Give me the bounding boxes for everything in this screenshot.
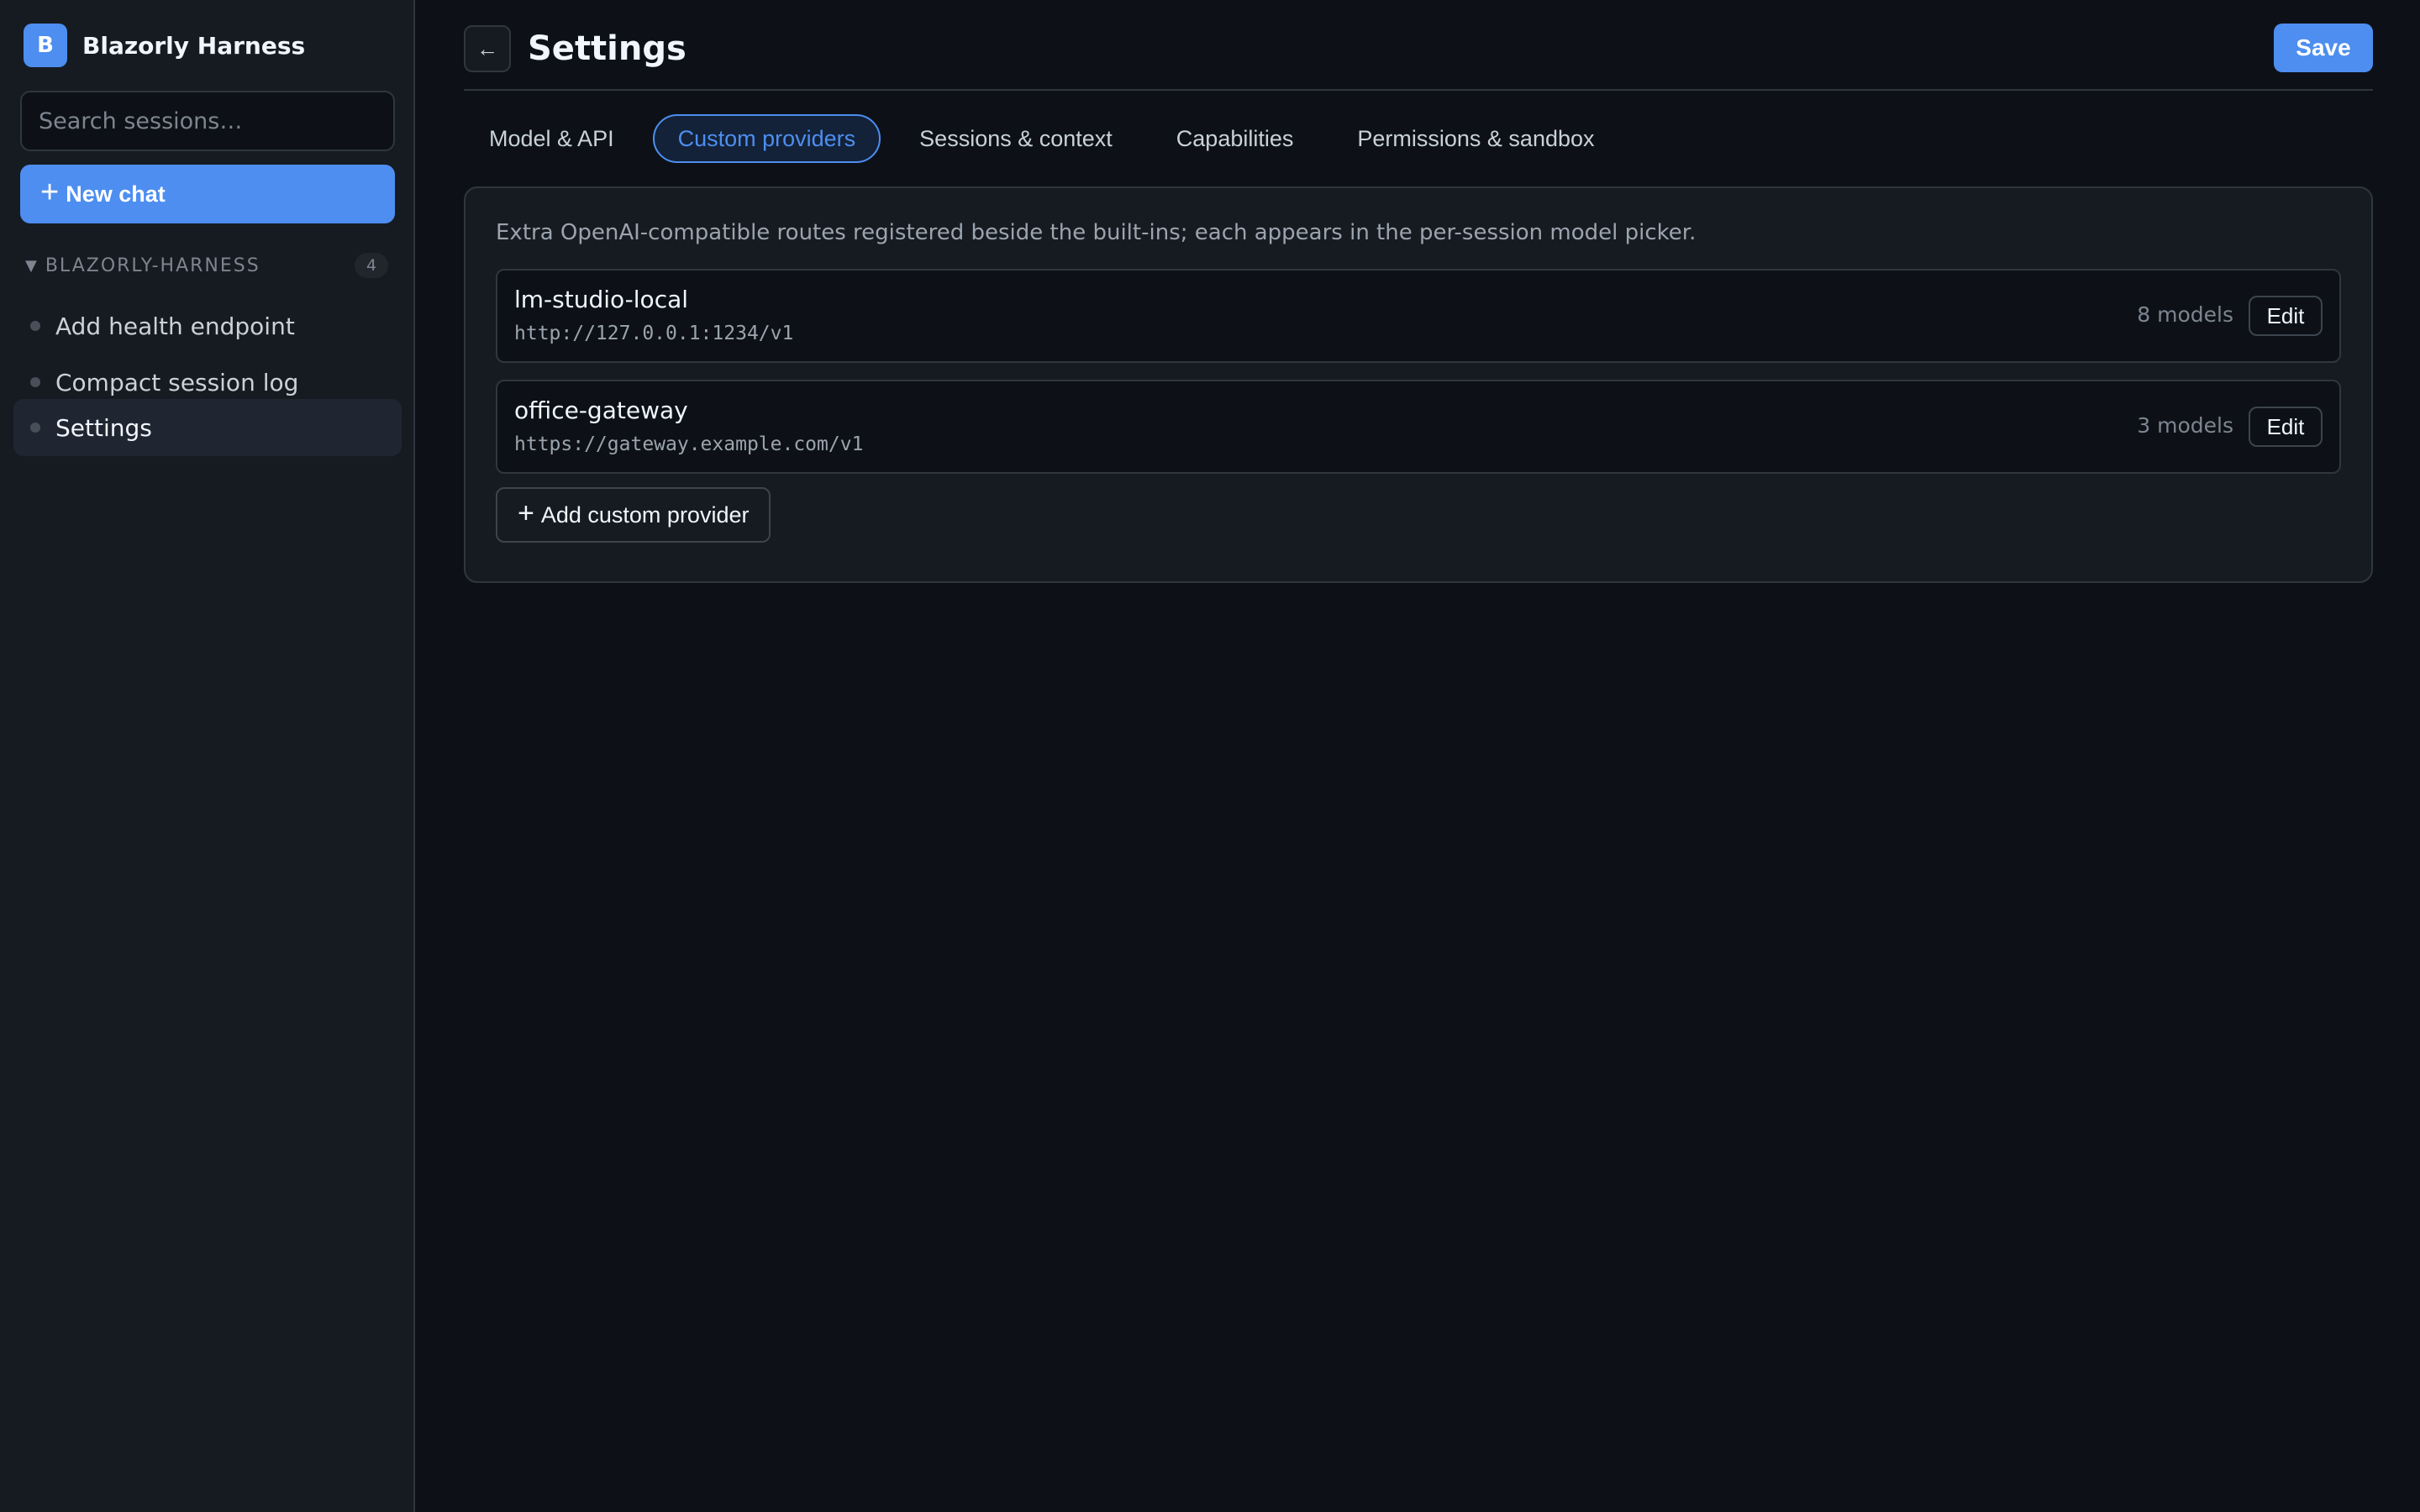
back-button[interactable]: ← [464,25,511,72]
plus-icon: + [40,175,60,210]
model-count: 3 models [2137,413,2233,438]
dot-icon [30,423,40,433]
session-group-header[interactable]: ▼ BLAZORLY-HARNESS 4 [25,252,388,279]
plus-icon: + [518,497,534,529]
add-custom-provider-label: Add custom provider [540,501,750,528]
save-button[interactable]: Save [2274,24,2373,72]
session-group-title: BLAZORLY-HARNESS [45,255,260,276]
tab-capabilities[interactable]: Capabilities [1151,114,1319,163]
header-divider [464,89,2373,91]
edit-provider-button[interactable]: Edit [2249,407,2323,447]
add-custom-provider-button[interactable]: + Add custom provider [496,487,771,543]
tab-permissions-sandbox[interactable]: Permissions & sandbox [1332,114,1619,163]
settings-tabs: Model & API Custom providers Sessions & … [464,114,1634,163]
dot-icon [30,377,40,387]
sidebar-item-settings[interactable]: Settings [13,399,402,456]
main-content: ← Settings Save Model & API Custom provi… [415,0,2420,1512]
provider-url: http://127.0.0.1:1234/v1 [514,323,794,344]
provider-name: lm-studio-local [514,286,689,313]
caret-down-icon: ▼ [25,256,37,275]
edit-provider-button[interactable]: Edit [2249,296,2323,336]
session-count-badge: 4 [355,253,388,278]
sidebar-item-label: Compact session log [55,368,299,396]
panel-description: Extra OpenAI-compatible routes registere… [496,220,1697,245]
model-count: 8 models [2137,302,2233,327]
sidebar-item-add-health-endpoint[interactable]: Add health endpoint [13,297,402,354]
page-title: Settings [528,29,687,68]
provider-card-lm-studio-local: lm-studio-local http://127.0.0.1:1234/v1… [496,269,2341,363]
tab-model-api[interactable]: Model & API [464,114,639,163]
brand: B Blazorly Harness [24,24,305,67]
provider-card-office-gateway: office-gateway https://gateway.example.c… [496,380,2341,474]
custom-providers-panel: Extra OpenAI-compatible routes registere… [464,186,2373,583]
tab-custom-providers[interactable]: Custom providers [652,114,881,163]
sidebar: B Blazorly Harness + New chat ▼ BLAZORLY… [0,0,415,1512]
dot-icon [30,321,40,331]
new-chat-button[interactable]: + New chat [20,165,395,223]
provider-url: https://gateway.example.com/v1 [514,433,864,455]
provider-name: office-gateway [514,396,688,424]
search-input[interactable] [20,91,395,151]
sidebar-item-label: Settings [55,413,152,442]
sidebar-item-label: Add health endpoint [55,312,295,340]
arrow-left-icon: ← [476,35,498,61]
brand-logo: B [24,24,67,67]
tab-sessions-context[interactable]: Sessions & context [894,114,1138,163]
brand-name: Blazorly Harness [82,31,306,60]
new-chat-label: New chat [66,181,166,207]
app-root: B Blazorly Harness + New chat ▼ BLAZORLY… [0,0,2420,1512]
